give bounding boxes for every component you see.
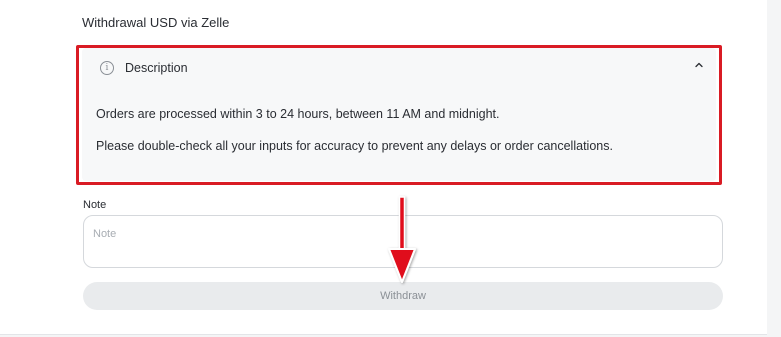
description-header[interactable]: i Description xyxy=(100,59,710,77)
annotation-arrow-down-icon xyxy=(388,196,416,283)
panel-divider xyxy=(0,334,767,335)
page-title: Withdrawal USD via Zelle xyxy=(82,15,230,30)
description-line: Please double-check all your inputs for … xyxy=(96,139,613,153)
info-circle-icon: i xyxy=(100,61,114,75)
description-title: Description xyxy=(125,61,188,75)
withdraw-button[interactable]: Withdraw xyxy=(83,282,723,310)
chevron-up-icon[interactable] xyxy=(694,60,704,70)
page-gutter xyxy=(767,0,781,337)
note-label: Note xyxy=(83,199,107,211)
description-line: Orders are processed within 3 to 24 hour… xyxy=(96,107,500,121)
